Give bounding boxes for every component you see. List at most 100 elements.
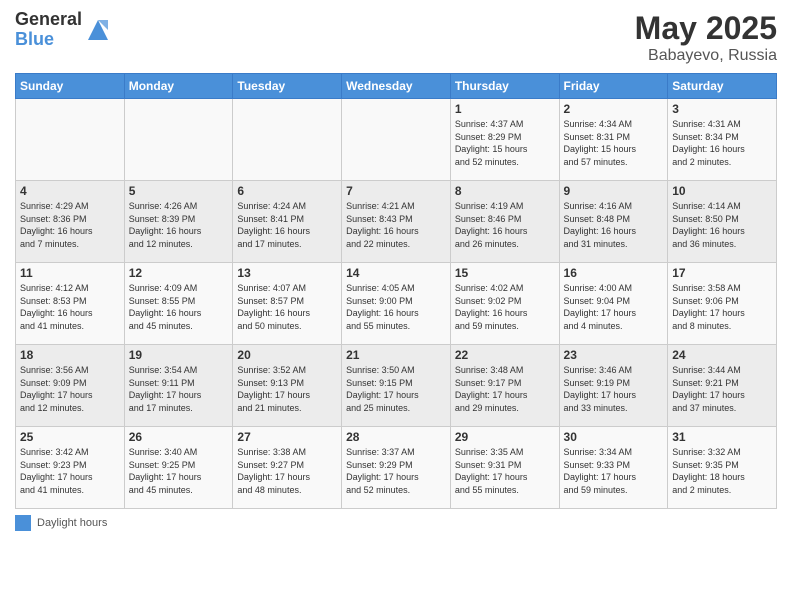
- legend-label: Daylight hours: [37, 517, 107, 529]
- day-cell-18: 18 Sunrise: 3:56 AM Sunset: 9:09 PM Dayli…: [16, 345, 125, 427]
- day-cell-28: 28 Sunrise: 3:37 AM Sunset: 9:29 PM Dayli…: [342, 427, 451, 509]
- week-row-5: 25 Sunrise: 3:42 AM Sunset: 9:23 PM Dayli…: [16, 427, 777, 509]
- calendar-header-row: SundayMondayTuesdayWednesdayThursdayFrid…: [16, 74, 777, 99]
- day-info: Sunrise: 3:34 AM Sunset: 9:33 PM Dayligh…: [564, 446, 664, 496]
- day-cell-20: 20Sunrise: 3:52 AM Sunset: 9:13 PM Dayli…: [233, 345, 342, 427]
- day-info: Sunrise: 4:29 AM Sunset: 8:36 PM Dayligh…: [20, 200, 120, 250]
- day-cell-17: 17Sunrise: 3:58 AM Sunset: 9:06 PM Dayli…: [668, 263, 777, 345]
- day-number: 3: [672, 102, 772, 116]
- day-number: 18: [20, 348, 120, 362]
- day-cell-empty: [233, 99, 342, 181]
- day-info: Sunrise: 4:31 AM Sunset: 8:34 PM Dayligh…: [672, 118, 772, 168]
- day-info: Sunrise: 3:46 AM Sunset: 9:19 PM Dayligh…: [564, 364, 664, 414]
- day-header-sunday: Sunday: [16, 74, 125, 99]
- logo: General Blue: [15, 10, 112, 50]
- day-info: Sunrise: 3:44 AM Sunset: 9:21 PM Dayligh…: [672, 364, 772, 414]
- day-cell-23: 23 Sunrise: 3:46 AM Sunset: 9:19 PM Dayli…: [559, 345, 668, 427]
- day-info: Sunrise: 4:00 AM Sunset: 9:04 PM Dayligh…: [564, 282, 664, 332]
- day-cell-10: 10Sunrise: 4:14 AM Sunset: 8:50 PM Dayli…: [668, 181, 777, 263]
- day-info: Sunrise: 4:16 AM Sunset: 8:48 PM Dayligh…: [564, 200, 664, 250]
- day-cell-13: 13Sunrise: 4:07 AM Sunset: 8:57 PM Dayli…: [233, 263, 342, 345]
- day-number: 11: [20, 266, 120, 280]
- calendar: SundayMondayTuesdayWednesdayThursdayFrid…: [15, 73, 777, 509]
- footer: Daylight hours: [15, 515, 777, 531]
- day-number: 30: [564, 430, 664, 444]
- day-cell-16: 16 Sunrise: 4:00 AM Sunset: 9:04 PM Dayli…: [559, 263, 668, 345]
- day-number: 5: [129, 184, 229, 198]
- day-number: 22: [455, 348, 555, 362]
- day-cell-3: 3 Sunrise: 4:31 AM Sunset: 8:34 PM Daylig…: [668, 99, 777, 181]
- day-number: 12: [129, 266, 229, 280]
- day-header-friday: Friday: [559, 74, 668, 99]
- week-row-4: 18 Sunrise: 3:56 AM Sunset: 9:09 PM Dayli…: [16, 345, 777, 427]
- week-row-2: 4 Sunrise: 4:29 AM Sunset: 8:36 PM Daylig…: [16, 181, 777, 263]
- day-info: Sunrise: 4:26 AM Sunset: 8:39 PM Dayligh…: [129, 200, 229, 250]
- day-info: Sunrise: 4:21 AM Sunset: 8:43 PM Dayligh…: [346, 200, 446, 250]
- day-number: 23: [564, 348, 664, 362]
- day-info: Sunrise: 3:42 AM Sunset: 9:23 PM Dayligh…: [20, 446, 120, 496]
- day-info: Sunrise: 3:52 AM Sunset: 9:13 PM Dayligh…: [237, 364, 337, 414]
- day-cell-5: 5 Sunrise: 4:26 AM Sunset: 8:39 PM Daylig…: [124, 181, 233, 263]
- day-info: Sunrise: 3:40 AM Sunset: 9:25 PM Dayligh…: [129, 446, 229, 496]
- day-cell-9: 9Sunrise: 4:16 AM Sunset: 8:48 PM Daylig…: [559, 181, 668, 263]
- day-number: 26: [129, 430, 229, 444]
- day-cell-empty: [342, 99, 451, 181]
- day-info: Sunrise: 4:02 AM Sunset: 9:02 PM Dayligh…: [455, 282, 555, 332]
- day-number: 31: [672, 430, 772, 444]
- day-cell-27: 27 Sunrise: 3:38 AM Sunset: 9:27 PM Dayli…: [233, 427, 342, 509]
- title-block: May 2025 Babayevo, Russia: [635, 10, 777, 65]
- day-cell-7: 7 Sunrise: 4:21 AM Sunset: 8:43 PM Daylig…: [342, 181, 451, 263]
- day-cell-30: 30 Sunrise: 3:34 AM Sunset: 9:33 PM Dayli…: [559, 427, 668, 509]
- day-cell-2: 2Sunrise: 4:34 AM Sunset: 8:31 PM Daylig…: [559, 99, 668, 181]
- day-cell-19: 19 Sunrise: 3:54 AM Sunset: 9:11 PM Dayli…: [124, 345, 233, 427]
- logo-general: General: [15, 10, 82, 30]
- day-info: Sunrise: 3:48 AM Sunset: 9:17 PM Dayligh…: [455, 364, 555, 414]
- day-cell-22: 22 Sunrise: 3:48 AM Sunset: 9:17 PM Dayli…: [450, 345, 559, 427]
- day-number: 7: [346, 184, 446, 198]
- day-cell-25: 25 Sunrise: 3:42 AM Sunset: 9:23 PM Dayli…: [16, 427, 125, 509]
- day-cell-29: 29Sunrise: 3:35 AM Sunset: 9:31 PM Dayli…: [450, 427, 559, 509]
- day-info: Sunrise: 4:05 AM Sunset: 9:00 PM Dayligh…: [346, 282, 446, 332]
- day-number: 21: [346, 348, 446, 362]
- day-cell-24: 24 Sunrise: 3:44 AM Sunset: 9:21 PM Dayli…: [668, 345, 777, 427]
- day-info: Sunrise: 3:38 AM Sunset: 9:27 PM Dayligh…: [237, 446, 337, 496]
- week-row-1: 1 Sunrise: 4:37 AM Sunset: 8:29 PM Daylig…: [16, 99, 777, 181]
- day-number: 17: [672, 266, 772, 280]
- logo-blue: Blue: [15, 30, 82, 50]
- day-cell-empty: [16, 99, 125, 181]
- day-header-monday: Monday: [124, 74, 233, 99]
- day-cell-6: 6 Sunrise: 4:24 AM Sunset: 8:41 PM Daylig…: [233, 181, 342, 263]
- day-number: 25: [20, 430, 120, 444]
- day-number: 27: [237, 430, 337, 444]
- day-info: Sunrise: 4:09 AM Sunset: 8:55 PM Dayligh…: [129, 282, 229, 332]
- day-number: 10: [672, 184, 772, 198]
- main-title: May 2025: [635, 10, 777, 47]
- day-number: 19: [129, 348, 229, 362]
- day-number: 1: [455, 102, 555, 116]
- day-info: Sunrise: 3:56 AM Sunset: 9:09 PM Dayligh…: [20, 364, 120, 414]
- day-header-thursday: Thursday: [450, 74, 559, 99]
- legend-color-box: [15, 515, 31, 531]
- day-cell-31: 31Sunrise: 3:32 AM Sunset: 9:35 PM Dayli…: [668, 427, 777, 509]
- day-info: Sunrise: 4:24 AM Sunset: 8:41 PM Dayligh…: [237, 200, 337, 250]
- day-number: 4: [20, 184, 120, 198]
- day-cell-4: 4 Sunrise: 4:29 AM Sunset: 8:36 PM Daylig…: [16, 181, 125, 263]
- day-number: 8: [455, 184, 555, 198]
- day-header-tuesday: Tuesday: [233, 74, 342, 99]
- day-number: 14: [346, 266, 446, 280]
- day-cell-1: 1 Sunrise: 4:37 AM Sunset: 8:29 PM Daylig…: [450, 99, 559, 181]
- day-info: Sunrise: 4:12 AM Sunset: 8:53 PM Dayligh…: [20, 282, 120, 332]
- day-number: 6: [237, 184, 337, 198]
- day-number: 29: [455, 430, 555, 444]
- day-cell-21: 21Sunrise: 3:50 AM Sunset: 9:15 PM Dayli…: [342, 345, 451, 427]
- day-info: Sunrise: 4:37 AM Sunset: 8:29 PM Dayligh…: [455, 118, 555, 168]
- day-number: 16: [564, 266, 664, 280]
- week-row-3: 11 Sunrise: 4:12 AM Sunset: 8:53 PM Dayli…: [16, 263, 777, 345]
- day-info: Sunrise: 3:54 AM Sunset: 9:11 PM Dayligh…: [129, 364, 229, 414]
- day-info: Sunrise: 3:37 AM Sunset: 9:29 PM Dayligh…: [346, 446, 446, 496]
- day-number: 28: [346, 430, 446, 444]
- day-info: Sunrise: 4:07 AM Sunset: 8:57 PM Dayligh…: [237, 282, 337, 332]
- day-number: 24: [672, 348, 772, 362]
- day-cell-14: 14 Sunrise: 4:05 AM Sunset: 9:00 PM Dayli…: [342, 263, 451, 345]
- day-cell-12: 12 Sunrise: 4:09 AM Sunset: 8:55 PM Dayli…: [124, 263, 233, 345]
